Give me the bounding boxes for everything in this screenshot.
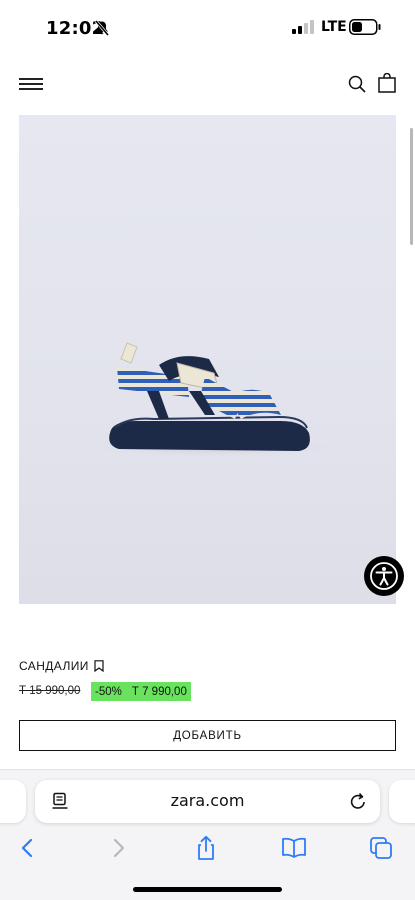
add-to-cart-button[interactable]: ДОБАВИТЬ [19,720,396,751]
tabs-icon[interactable] [368,835,396,861]
address-bar[interactable]: zara.com [35,780,380,823]
forward-icon[interactable] [104,835,132,861]
browser-chrome: zara.com [0,769,415,900]
original-price: Т 15 990,00 [19,685,81,697]
sale-price: Т 7 990,00 [131,685,187,698]
bell-slash-icon [95,20,109,36]
sale-price-tag: -50% Т 7 990,00 [91,682,191,701]
url-text[interactable]: zara.com [35,791,380,810]
battery-icon [349,19,381,35]
search-icon[interactable] [347,74,367,94]
next-tab-peek[interactable] [389,780,415,823]
hamburger-menu-icon[interactable] [19,78,43,92]
accessibility-person-icon [370,562,398,590]
shopping-bag-icon[interactable] [378,73,396,93]
product-name: САНДАЛИИ [19,659,89,673]
bookmarks-icon[interactable] [280,835,308,861]
bookmark-icon[interactable] [94,660,104,672]
sandal-photo [89,342,339,457]
share-icon[interactable] [192,835,220,861]
scroll-indicator[interactable] [410,128,413,245]
back-icon[interactable] [14,835,42,861]
home-indicator[interactable] [133,887,282,892]
product-image[interactable] [19,115,396,604]
discount-percent: -50% [95,685,122,698]
reload-icon[interactable] [349,792,367,811]
previous-tab-peek[interactable] [0,780,26,823]
accessibility-button[interactable] [364,556,404,596]
network-type: LTE [321,19,347,35]
status-bar: 12:02 LTE [0,0,415,56]
signal-bars-icon [292,20,314,34]
